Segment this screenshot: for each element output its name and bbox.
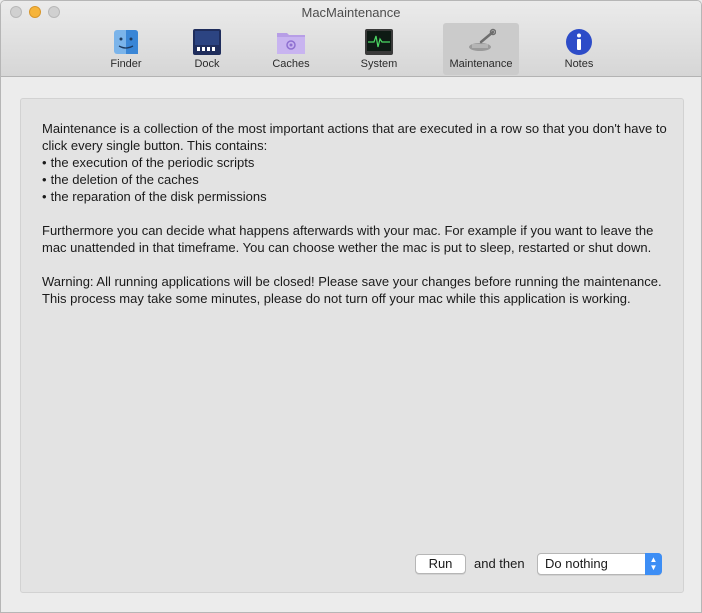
toolbar-label-system: System [360,58,398,70]
toolbar-item-finder[interactable]: Finder [91,23,161,75]
window-title: MacMaintenance [301,5,401,20]
toolbar-label-finder: Finder [110,58,142,70]
app-window: MacMaintenance Finder Dock Caches System… [0,0,702,613]
toolbar-label-notes: Notes [564,58,594,70]
info-icon [566,29,592,55]
list-item: the execution of the periodic scripts [42,154,672,171]
title-bar: MacMaintenance Finder Dock Caches System… [1,1,701,77]
wrench-icon [469,28,496,51]
list-item: the deletion of the caches [42,171,672,188]
toolbar-label-maintenance: Maintenance [449,58,513,70]
toolbar-item-dock[interactable]: Dock [172,23,242,75]
finder-icon [114,30,138,54]
and-then-label: and then [474,556,525,571]
afterwards-text: Furthermore you can decide what happens … [42,223,654,255]
warning-text: Warning: All running applications will b… [42,274,662,306]
toolbar-item-maintenance[interactable]: Maintenance [443,23,519,75]
dock-icon [193,29,221,55]
intro-text: Maintenance is a collection of the most … [42,121,667,153]
caches-folder-icon [277,33,305,54]
toolbar-item-system[interactable]: System [344,23,414,75]
maintenance-panel: Maintenance is a collection of the most … [20,98,684,593]
toolbar-item-caches[interactable]: Caches [254,23,328,75]
list-item: the reparation of the disk permissions [42,188,672,205]
after-action-select[interactable]: Do nothing ▲ ▼ [537,553,662,575]
description-text: Maintenance is a collection of the most … [42,120,672,324]
toolbar-item-notes[interactable]: Notes [544,23,614,75]
action-list: the execution of the periodic scripts th… [42,154,672,205]
activity-monitor-icon [365,29,393,55]
toolbar-label-caches: Caches [272,58,310,70]
after-action-value: Do nothing [545,556,608,571]
select-arrows-icon: ▲ ▼ [645,553,662,575]
toolbar-label-dock: Dock [194,58,220,70]
run-button[interactable]: Run [415,554,466,574]
